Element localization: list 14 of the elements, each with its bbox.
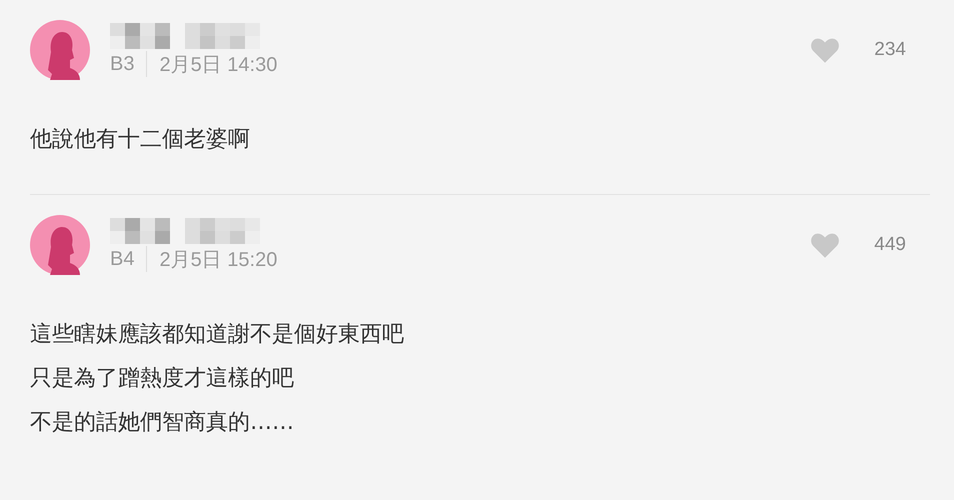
avatar-icon bbox=[30, 215, 90, 275]
comment-text: 不是的話她們智商真的…… bbox=[30, 409, 295, 437]
comment-text: 這些瞎妹應該都知道謝不是個好東西吧 bbox=[30, 321, 405, 349]
post-time: 2月5日 14:30 bbox=[158, 52, 278, 78]
heart-icon[interactable] bbox=[810, 232, 840, 258]
comment-text: 他說他有十二個老婆啊 bbox=[30, 126, 251, 154]
like-count: 234 bbox=[874, 39, 906, 61]
floor-number: B3 bbox=[110, 52, 136, 76]
floor-number: B4 bbox=[110, 248, 136, 270]
heart-icon[interactable] bbox=[810, 36, 840, 64]
post-time: 2月5日 15:20 bbox=[158, 248, 278, 272]
like-count: 449 bbox=[874, 234, 906, 256]
avatar-icon bbox=[30, 20, 90, 80]
comment-text: 只是為了蹭熱度才這樣的吧 bbox=[30, 365, 295, 393]
